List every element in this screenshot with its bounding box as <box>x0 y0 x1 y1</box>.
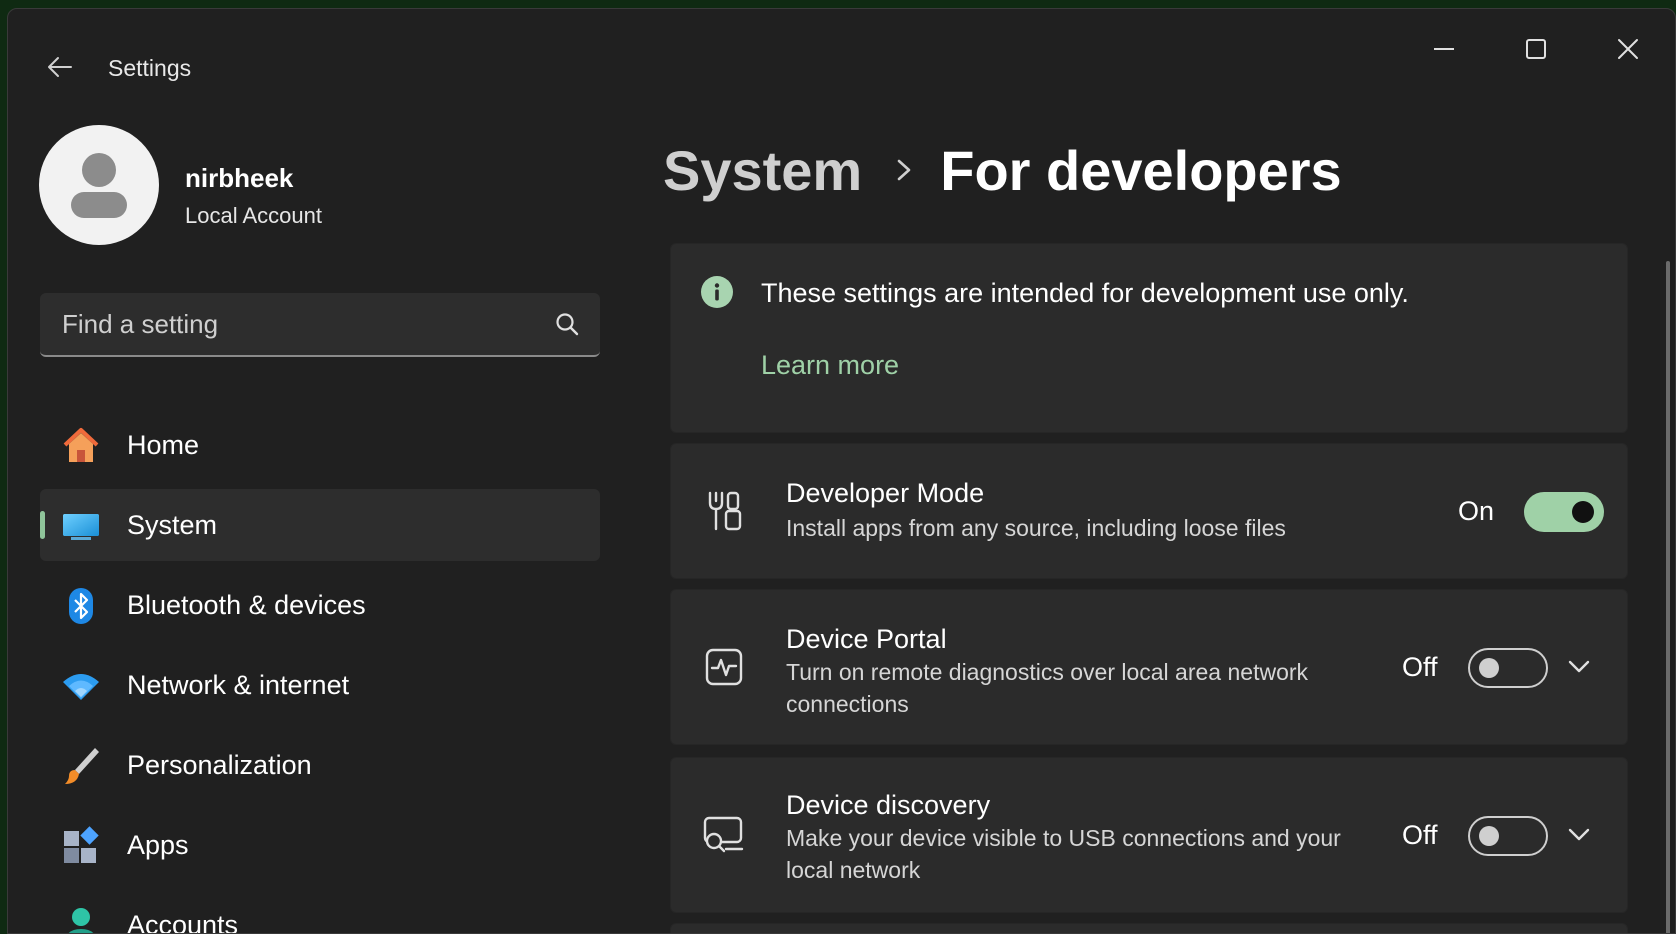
maximize-icon <box>1526 39 1546 59</box>
device-portal-icon <box>701 644 747 690</box>
home-icon <box>60 425 102 467</box>
accounts-icon <box>60 905 102 933</box>
user-name: nirbheek <box>185 163 294 193</box>
search-icon[interactable] <box>554 311 580 337</box>
next-setting-card[interactable] <box>670 923 1628 933</box>
search-box[interactable] <box>40 293 600 357</box>
close-icon <box>1618 39 1638 59</box>
developer-mode-card: Developer Mode Install apps from any sou… <box>670 443 1628 579</box>
sidebar-item-network[interactable]: Network & internet <box>40 649 600 721</box>
chevron-right-icon <box>896 158 912 182</box>
account-type: Local Account <box>185 203 322 228</box>
setting-title: Device Portal <box>786 624 947 654</box>
back-arrow-icon <box>48 57 72 77</box>
minimize-icon <box>1434 48 1454 50</box>
bluetooth-icon <box>60 585 102 627</box>
device-discovery-toggle[interactable] <box>1468 816 1548 856</box>
maximize-button[interactable] <box>1506 27 1566 71</box>
toggle-state-label: On <box>1458 496 1495 526</box>
sidebar-item-apps[interactable]: Apps <box>40 809 600 881</box>
device-discovery-icon <box>701 812 747 858</box>
setting-title: Developer Mode <box>786 478 985 508</box>
device-discovery-card[interactable]: Device discovery Make your device visibl… <box>670 757 1628 913</box>
sidebar-item-accounts[interactable]: Accounts <box>40 889 600 934</box>
toggle-state-label: Off <box>1402 652 1438 682</box>
scrollbar[interactable] <box>1666 261 1670 933</box>
setting-description: Make your device visible to USB connecti… <box>786 825 1341 883</box>
sidebar-item-label: Accounts <box>127 909 239 934</box>
brush-icon <box>60 745 102 787</box>
setting-title: Device discovery <box>786 790 991 820</box>
info-icon <box>701 276 733 308</box>
sidebar-nav: Home System Bluetooth & devices Network … <box>40 409 600 934</box>
app-title: Settings <box>108 55 192 81</box>
info-banner: These settings are intended for developm… <box>670 243 1628 433</box>
sidebar-item-label: System <box>127 509 218 540</box>
avatar[interactable] <box>39 125 159 245</box>
developer-tools-icon <box>701 488 747 534</box>
sidebar-item-label: Bluetooth & devices <box>127 589 366 620</box>
sidebar-item-label: Home <box>127 429 200 460</box>
learn-more-link[interactable]: Learn more <box>761 350 899 381</box>
toggle-knob <box>1572 501 1594 523</box>
chevron-down-icon[interactable] <box>1562 818 1596 852</box>
sidebar-item-bluetooth[interactable]: Bluetooth & devices <box>40 569 600 641</box>
close-button[interactable] <box>1598 27 1658 71</box>
settings-window: Settings nirbheek Local Account Find a s… <box>7 8 1676 934</box>
setting-description: Turn on remote diagnostics over local ar… <box>786 659 1309 717</box>
breadcrumb: System For developers <box>663 135 1342 205</box>
apps-icon <box>60 825 102 867</box>
title-bar: Settings <box>8 9 1675 105</box>
wifi-icon <box>60 665 102 707</box>
device-portal-card[interactable]: Device Portal Turn on remote diagnostics… <box>670 589 1628 745</box>
search-input[interactable] <box>62 293 532 355</box>
breadcrumb-parent[interactable]: System <box>663 138 862 203</box>
sidebar-item-label: Apps <box>127 829 189 860</box>
developer-mode-toggle[interactable] <box>1524 492 1604 532</box>
selection-indicator <box>40 511 45 539</box>
user-icon <box>71 153 127 218</box>
device-portal-toggle[interactable] <box>1468 648 1548 688</box>
sidebar-item-personalization[interactable]: Personalization <box>40 729 600 801</box>
back-button[interactable] <box>38 45 82 89</box>
sidebar-item-label: Network & internet <box>127 669 350 700</box>
sidebar-item-home[interactable]: Home <box>40 409 600 481</box>
chevron-down-icon[interactable] <box>1562 650 1596 684</box>
toggle-knob <box>1479 826 1499 846</box>
info-text: These settings are intended for developm… <box>761 278 1409 308</box>
system-icon <box>60 505 102 547</box>
toggle-knob <box>1479 658 1499 678</box>
sidebar-item-system[interactable]: System <box>40 489 600 561</box>
minimize-button[interactable] <box>1414 27 1474 71</box>
setting-description: Install apps from any source, including … <box>786 515 1286 541</box>
page-title: For developers <box>940 138 1342 202</box>
sidebar-item-label: Personalization <box>127 749 312 780</box>
toggle-state-label: Off <box>1402 820 1438 850</box>
